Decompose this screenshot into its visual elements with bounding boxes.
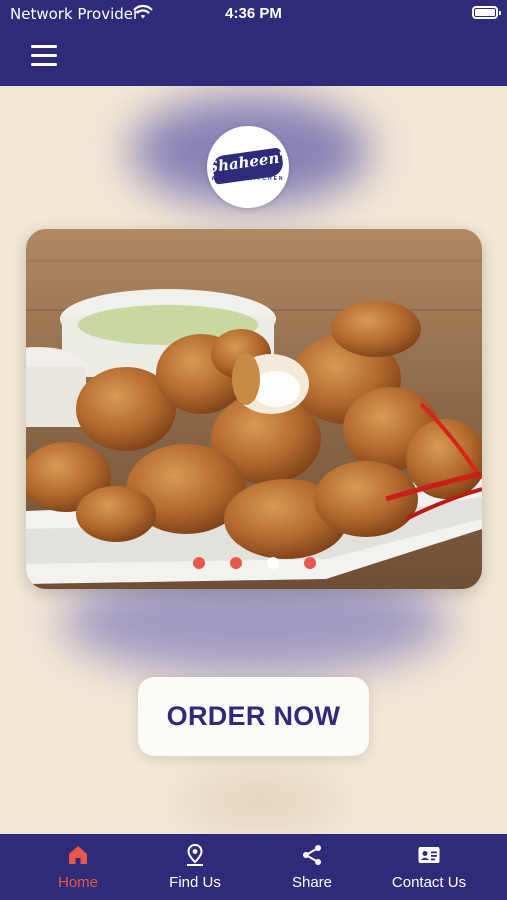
hamburger-line: [31, 63, 57, 66]
tab-label: Home: [57, 874, 98, 891]
share-icon: [303, 845, 321, 865]
logo-tagline: ANDHRA KITCHEN: [211, 176, 285, 182]
tab-label: Contact Us: [391, 874, 467, 891]
clock: 4:36 PM: [225, 5, 282, 22]
contact-card-icon: [418, 847, 440, 863]
carousel-dot[interactable]: [304, 557, 316, 569]
hamburger-line: [31, 45, 57, 48]
carousel-dot[interactable]: [193, 557, 205, 569]
tab-home[interactable]: Home: [15, 834, 141, 900]
carousel-dot[interactable]: [230, 557, 242, 569]
home-icon: [69, 846, 87, 864]
tab-label: Share: [291, 874, 333, 891]
carousel-indicators: [26, 557, 482, 569]
food-photo: [26, 229, 482, 589]
battery-icon: [472, 6, 501, 19]
order-now-button[interactable]: ORDER NOW: [138, 677, 369, 756]
tab-share[interactable]: Share: [249, 834, 375, 900]
tab-find-us[interactable]: Find Us: [132, 834, 258, 900]
carousel-dot-active[interactable]: [267, 557, 279, 569]
menu-button[interactable]: [31, 45, 57, 67]
image-carousel[interactable]: [26, 229, 482, 589]
restaurant-logo: Shaheen's ANDHRA KITCHEN: [207, 126, 289, 208]
home-content: Shaheen's ANDHRA KITCHEN ORDER NOW: [0, 86, 507, 834]
background-decoration: [180, 776, 340, 826]
tab-label: Find Us: [169, 874, 221, 891]
hamburger-line: [31, 54, 57, 57]
bottom-tab-bar: Home Find Us Share Contact Us: [0, 834, 507, 900]
app-bar: [0, 28, 507, 86]
tab-contact-us[interactable]: Contact Us: [366, 834, 492, 900]
status-bar: Network Provider 4:36 PM: [0, 0, 507, 28]
location-pin-icon: [187, 843, 203, 866]
